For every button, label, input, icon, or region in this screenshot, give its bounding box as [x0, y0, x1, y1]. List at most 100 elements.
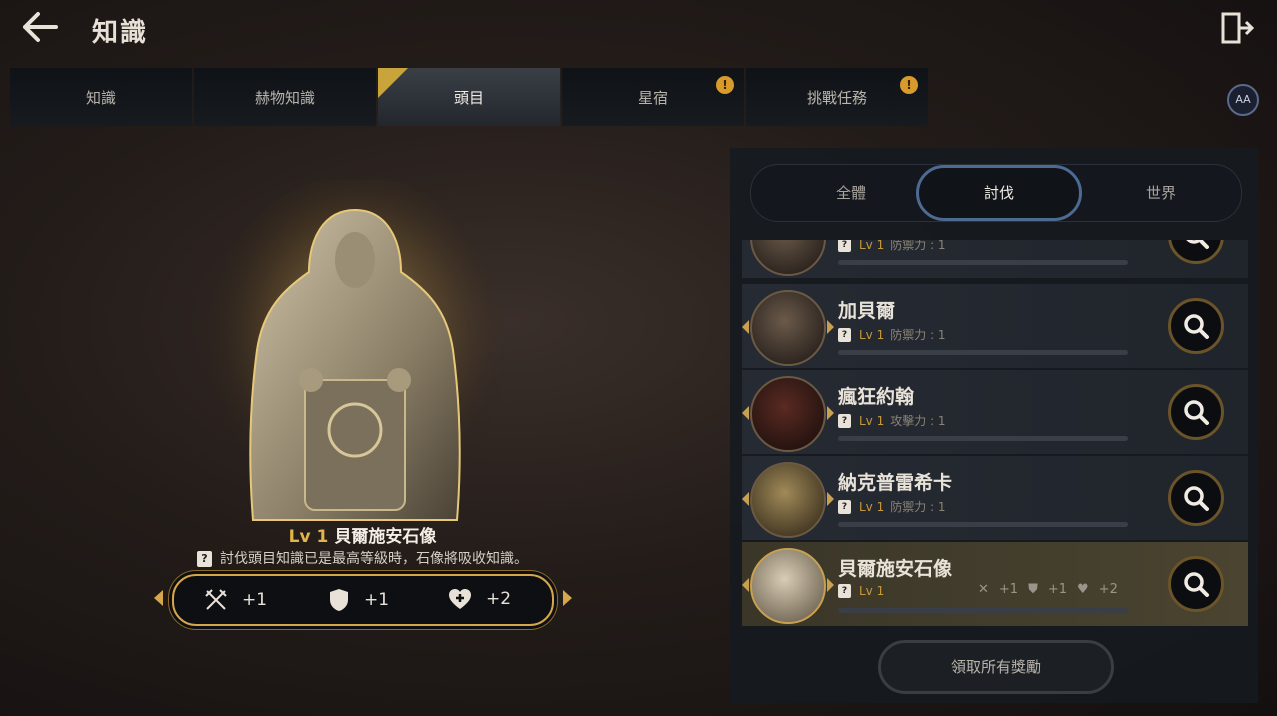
filter-world-button[interactable]: 世界	[1081, 165, 1241, 221]
reward-stat-bar: +1 +1 +2	[154, 574, 572, 626]
decor-diamond	[827, 406, 834, 420]
back-arrow-icon[interactable]	[18, 10, 62, 46]
filter-segment: 全體 討伐 世界	[750, 164, 1242, 222]
tab-item-knowledge[interactable]: 赫物知識	[194, 68, 376, 126]
boss-item-effect-text: 防禦力 : 1	[890, 500, 946, 514]
heart-plus-icon	[449, 589, 471, 609]
tab-label: 知識	[85, 88, 116, 107]
boss-item-effect-text: 攻擊力 : 1	[890, 414, 946, 428]
category-tabs: 知識 赫物知識 頭目 星宿! 挑戰任務!	[10, 68, 930, 126]
search-button[interactable]	[1168, 384, 1224, 440]
shield-icon: ⛊	[1028, 582, 1038, 597]
boss-statue-image	[205, 175, 505, 530]
stat-defense: +1	[328, 588, 389, 612]
tab-label: 頭目	[453, 88, 484, 107]
search-button[interactable]	[1168, 556, 1224, 612]
search-button[interactable]	[1168, 298, 1224, 354]
swords-icon: ✕	[978, 582, 989, 597]
decor-diamond	[742, 492, 749, 506]
stat-value: +2	[486, 589, 512, 609]
list-item[interactable]: 納克普雷希卡 ? Lv 1 防禦力 : 1	[742, 456, 1248, 540]
decor-diamond	[742, 320, 749, 334]
tab-constellation[interactable]: 星宿!	[562, 68, 744, 126]
boss-item-name: 瘋狂約翰	[838, 386, 915, 408]
boss-item-level: Lv 1	[859, 327, 885, 342]
decor-diamond	[827, 578, 834, 592]
stat-value: +1	[242, 590, 268, 610]
stat-health: +2	[448, 588, 511, 610]
boss-item-effect: ? Lv 1	[838, 584, 890, 598]
boss-avatar	[750, 240, 826, 276]
boss-item-level: Lv 1	[859, 413, 885, 428]
tab-boss[interactable]: 頭目	[378, 68, 560, 126]
decor-arrow-right	[563, 590, 572, 606]
decor-diamond	[827, 492, 834, 506]
tab-knowledge[interactable]: 知識	[10, 68, 192, 126]
boss-name: 貝爾施安石像	[334, 527, 437, 547]
filter-subjugation-button[interactable]: 討伐	[916, 165, 1082, 221]
info-book-icon: ?	[838, 499, 851, 514]
progress-bar	[838, 522, 1128, 527]
info-book-icon: ?	[197, 551, 212, 567]
boss-list[interactable]: ? Lv 1 防禦力 : 1 加貝爾 ? Lv 1 防禦力 : 1 瘋狂約翰 ? Lv 1…	[742, 240, 1248, 630]
stat-attack: +1	[204, 588, 267, 612]
search-button[interactable]	[1168, 470, 1224, 526]
search-button[interactable]	[1168, 240, 1224, 264]
decor-arrow-left	[154, 590, 163, 606]
boss-item-effect: ? Lv 1 防禦力 : 1	[838, 326, 946, 343]
boss-item-level: Lv 1	[859, 499, 885, 514]
decor-diamond	[742, 578, 749, 592]
magnifier-icon	[1184, 572, 1209, 597]
progress-bar	[838, 608, 1128, 613]
swords-icon	[205, 589, 227, 610]
boss-item-effect-text: 防禦力 : 1	[890, 328, 946, 342]
boss-item-name: 納克普雷希卡	[838, 472, 953, 494]
progress-bar	[838, 350, 1128, 355]
list-item-selected[interactable]: 貝爾施安石像 ? Lv 1 ✕ +1 ⛊ +1 ♥ +2	[742, 542, 1248, 626]
info-book-icon: ?	[838, 240, 851, 252]
magnifier-icon	[1184, 400, 1209, 425]
decor-diamond	[742, 406, 749, 420]
claim-all-rewards-button[interactable]: 領取所有獎勵	[878, 640, 1114, 694]
boss-avatar	[750, 548, 826, 624]
exit-icon[interactable]	[1219, 10, 1255, 46]
info-book-icon: ?	[838, 327, 851, 342]
help-icon[interactable]: AA	[1227, 84, 1259, 116]
boss-avatar	[750, 376, 826, 452]
boss-name-line: Lv 1 貝爾施安石像	[0, 522, 725, 547]
tab-label: 赫物知識	[254, 88, 315, 107]
boss-item-effect: ? Lv 1 防禦力 : 1	[838, 498, 946, 515]
boss-item-name: 貝爾施安石像	[838, 558, 953, 580]
boss-avatar	[750, 290, 826, 366]
boss-item-name: 加貝爾	[838, 300, 896, 322]
list-item[interactable]: ? Lv 1 防禦力 : 1	[742, 240, 1248, 278]
magnifier-icon	[1184, 486, 1209, 511]
list-item[interactable]: 瘋狂約翰 ? Lv 1 攻擊力 : 1	[742, 370, 1248, 454]
boss-description-line: ? 討伐頭目知識已是最高等級時，石像將吸收知識。	[0, 548, 725, 568]
boss-item-effect-text: 防禦力 : 1	[890, 240, 946, 252]
filter-all-button[interactable]: 全體	[771, 165, 931, 221]
stat-value: +1	[998, 582, 1019, 597]
stat-value: +2	[1098, 582, 1118, 597]
list-item[interactable]: 加貝爾 ? Lv 1 防禦力 : 1	[742, 284, 1248, 368]
magnifier-icon	[1186, 240, 1209, 249]
boss-item-stats: ✕ +1 ⛊ +1 ♥ +2	[978, 582, 1118, 597]
boss-description: 討伐頭目知識已是最高等級時，石像將吸收知識。	[220, 551, 528, 567]
boss-item-effect: ? Lv 1 攻擊力 : 1	[838, 412, 946, 429]
tab-challenge-quests[interactable]: 挑戰任務!	[746, 68, 928, 126]
notification-badge: !	[716, 76, 734, 94]
stat-value: +1	[1047, 582, 1068, 597]
boss-level: Lv 1	[288, 527, 329, 547]
boss-item-level: Lv 1	[859, 240, 885, 252]
stat-value: +1	[364, 590, 390, 610]
tab-label: 挑戰任務	[806, 88, 867, 107]
info-book-icon: ?	[838, 413, 851, 428]
decor-diamond	[827, 320, 834, 334]
magnifier-icon	[1184, 314, 1209, 339]
shield-icon	[330, 589, 348, 611]
notification-badge: !	[900, 76, 918, 94]
progress-bar	[838, 436, 1128, 441]
info-book-icon: ?	[838, 584, 851, 598]
page-title: 知識	[92, 18, 149, 48]
boss-item-level: Lv 1	[859, 584, 885, 598]
